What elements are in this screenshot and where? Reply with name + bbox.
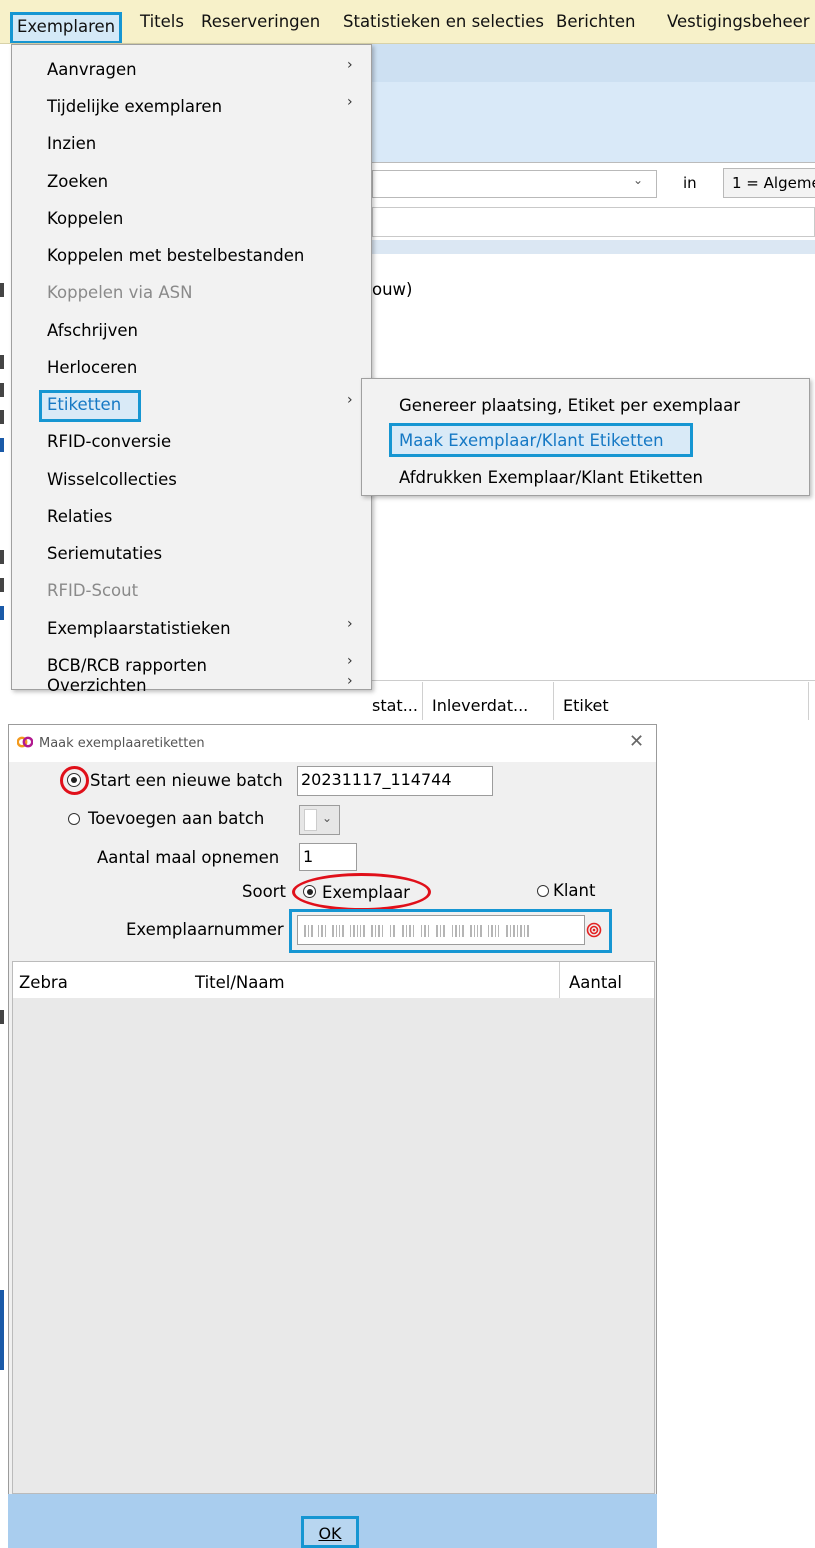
chevron-right-icon: › — [347, 57, 353, 73]
chevron-down-icon: ⌄ — [322, 811, 333, 825]
edge-mark — [0, 383, 4, 397]
annotation-circle — [292, 873, 431, 911]
edge-mark — [0, 410, 4, 424]
submenu-item-afdrukken-etiketten[interactable]: Afdrukken Exemplaar/Klant Etiketten — [362, 461, 809, 496]
edge-mark — [0, 1290, 4, 1370]
menu-item-koppelen-bestelbestanden[interactable]: Koppelen met bestelbestanden — [12, 238, 371, 275]
exemplaren-dropdown: Aanvragen › Tijdelijke exemplaren › Inzien… — [11, 44, 372, 695]
annotation-circle — [60, 766, 89, 795]
search-input[interactable] — [372, 207, 815, 237]
menu-item-rfid-conversie[interactable]: RFID-conversie — [12, 424, 371, 461]
menu-item-herloceren[interactable]: Herloceren — [12, 350, 371, 387]
chevron-right-icon: › — [347, 653, 353, 669]
menu-titels[interactable]: Titels — [140, 12, 184, 31]
etiketten-submenu: Genereer plaatsing, Etiket per exemplaar… — [361, 378, 810, 496]
barcode-placeholder-icon — [304, 925, 529, 937]
grid-header: Zebra Titel/Naam Aantal — [13, 962, 654, 998]
sort-klant-label: Klant — [553, 881, 596, 900]
edge-mark — [0, 550, 4, 564]
count-field[interactable]: 1 — [299, 843, 357, 871]
dialog-title: Maak exemplaaretiketten — [39, 736, 205, 751]
menu-vestigingsbeheer[interactable]: Vestigingsbeheer — [667, 12, 810, 31]
dialog-titlebar: Maak exemplaaretiketten ✕ — [9, 725, 656, 762]
close-icon[interactable]: ✕ — [629, 731, 644, 752]
edge-mark — [0, 438, 4, 452]
index-select[interactable]: 1 = Algemeen — [723, 168, 815, 198]
in-label: in — [683, 174, 697, 192]
column-header-inleverdatum[interactable]: Inleverdat... — [432, 696, 528, 715]
chevron-right-icon: › — [347, 673, 353, 689]
column-header-etiket[interactable]: Etiket — [563, 696, 609, 715]
count-label: Aantal maal opnemen — [97, 848, 280, 867]
add-batch-label: Toevoegen aan batch — [88, 809, 265, 828]
chevron-right-icon: › — [347, 616, 353, 632]
column-header-stat[interactable]: stat... — [372, 696, 418, 715]
band — [370, 240, 815, 254]
menu-item-etiketten[interactable]: Etiketten › — [12, 387, 371, 424]
labels-grid: Zebra Titel/Naam Aantal — [12, 961, 655, 1494]
sort-klant-radio[interactable] — [537, 885, 549, 897]
menu-item-koppelen-asn: Koppelen via ASN — [47, 283, 193, 302]
app-toolbar — [370, 44, 815, 82]
menu-item-afschrijven[interactable]: Afschrijven — [12, 313, 371, 350]
menu-item-rfid-scout: RFID-Scout — [47, 581, 139, 600]
menu-berichten[interactable]: Berichten — [556, 12, 635, 31]
scanner-target-icon[interactable] — [586, 922, 602, 938]
add-batch-radio[interactable] — [68, 813, 80, 825]
menu-item-exemplaarstatistieken[interactable]: Exemplaarstatistieken › — [12, 611, 371, 648]
edge-mark — [0, 606, 4, 620]
background-text: ouw) — [372, 280, 413, 299]
batch-select[interactable]: ⌄ — [299, 805, 340, 835]
menu-item-overzichten[interactable]: Overzichten › — [12, 673, 371, 695]
submenu-item-genereer-plaatsing[interactable]: Genereer plaatsing, Etiket per exemplaar — [362, 389, 809, 424]
menu-item-aanvragen[interactable]: Aanvragen › — [12, 52, 371, 89]
column-header-zebra[interactable]: Zebra — [19, 973, 68, 992]
item-number-label: Exemplaarnummer — [126, 920, 284, 939]
divider — [370, 162, 815, 163]
search-combo[interactable] — [372, 170, 657, 198]
edge-mark — [0, 355, 4, 369]
menu-item-tijdelijke-exemplaren[interactable]: Tijdelijke exemplaren › — [12, 89, 371, 126]
menu-item-seriemutaties[interactable]: Seriemutaties — [12, 536, 371, 573]
submenu-item-maak-etiketten[interactable]: Maak Exemplaar/Klant Etiketten — [362, 423, 809, 459]
sort-label: Soort — [242, 882, 286, 901]
menu-item-relaties[interactable]: Relaties — [12, 499, 371, 536]
item-number-field[interactable] — [297, 915, 585, 945]
start-batch-label: Start een nieuwe batch — [90, 771, 283, 790]
menu-item-inzien[interactable]: Inzien — [12, 126, 371, 163]
ok-button[interactable]: OK — [301, 1516, 359, 1548]
edge-mark — [0, 578, 4, 592]
menubar: Exemplaren Titels Reserveringen Statisti… — [0, 0, 815, 44]
edge-mark — [0, 283, 4, 297]
menu-item-koppelen[interactable]: Koppelen — [12, 201, 371, 238]
chevron-right-icon: › — [347, 392, 353, 408]
chevron-down-icon[interactable]: ⌄ — [633, 173, 643, 187]
batch-number-field[interactable]: 20231117_114744 — [297, 766, 493, 796]
edge-mark — [0, 1010, 4, 1024]
app-logo-icon — [17, 736, 33, 748]
menu-item-wisselcollecties[interactable]: Wisselcollecties — [12, 462, 371, 499]
menu-item-zoeken[interactable]: Zoeken — [12, 164, 371, 201]
menu-reserveringen[interactable]: Reserveringen — [201, 12, 320, 31]
column-header-titel-naam[interactable]: Titel/Naam — [195, 973, 285, 992]
menu-exemplaren[interactable]: Exemplaren — [10, 12, 123, 43]
column-header-aantal[interactable]: Aantal — [569, 973, 622, 992]
chevron-right-icon: › — [347, 94, 353, 110]
menu-statistieken[interactable]: Statistieken en selecties — [343, 12, 544, 31]
